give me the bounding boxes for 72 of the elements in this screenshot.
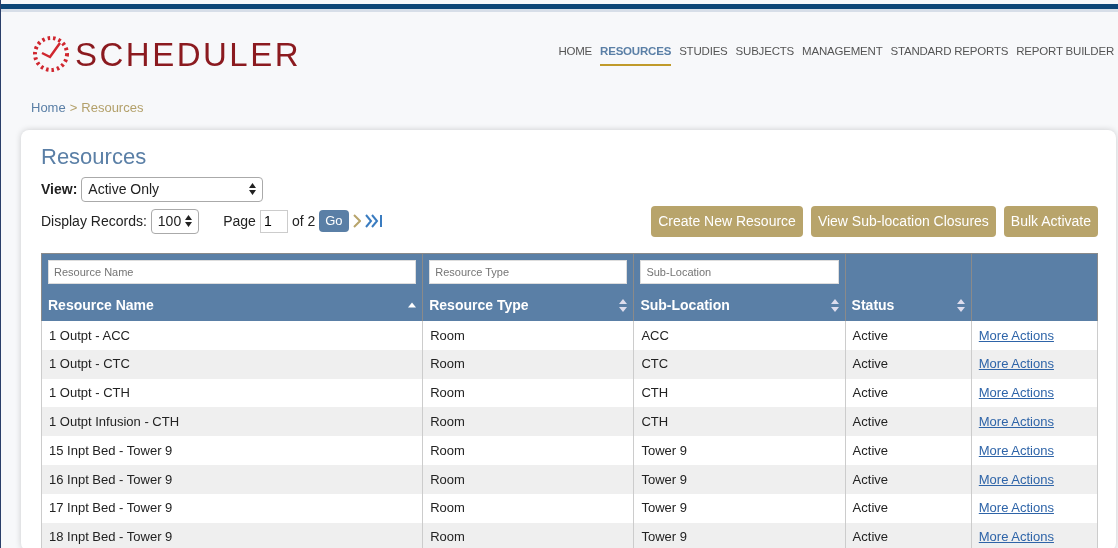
nav-link[interactable]: STANDARD REPORTS xyxy=(890,43,1009,67)
column-header[interactable]: Resource Type xyxy=(429,294,529,316)
nav-link[interactable]: STUDIES xyxy=(679,43,728,67)
select-arrows-icon xyxy=(249,183,257,195)
table-cell: ACC xyxy=(641,327,669,343)
column-header[interactable]: Resource Name xyxy=(48,294,154,316)
table-cell: 1 Outpt - CTC xyxy=(49,356,130,372)
table-cell: Room xyxy=(430,385,465,401)
table-cell: Active xyxy=(852,356,888,372)
breadcrumb-link[interactable]: Home xyxy=(31,98,66,118)
table-cell: Active xyxy=(852,385,888,401)
nav-link[interactable]: RESOURCES xyxy=(600,43,672,67)
clock-logo-icon xyxy=(31,34,71,74)
table-cell: Active xyxy=(852,414,888,430)
sort-ascending-icon[interactable] xyxy=(408,302,417,308)
table-cell: 18 Inpt Bed - Tower 9 xyxy=(49,529,173,545)
filter-field[interactable]: Resource Name xyxy=(48,259,417,284)
more-actions-link[interactable]: More Actions xyxy=(978,442,1054,458)
app-title: SCHEDULER xyxy=(75,37,302,71)
table-cell: CTH xyxy=(641,385,669,401)
column-header[interactable]: Sub-Location xyxy=(640,294,730,316)
more-actions-link[interactable]: More Actions xyxy=(978,385,1054,401)
table-cell: Tower 9 xyxy=(641,471,687,487)
last-page-icon[interactable] xyxy=(364,214,383,228)
table-cell: 17 Inpt Bed - Tower 9 xyxy=(49,500,173,516)
table-cell: Tower 9 xyxy=(641,442,687,458)
nav-link[interactable]: SUBJECTS xyxy=(735,43,795,67)
view-select[interactable]: Active Only xyxy=(81,176,264,202)
page-title: Resources xyxy=(41,142,148,171)
table-cell: Room xyxy=(430,327,465,343)
go-button[interactable]: Go xyxy=(319,210,349,232)
next-page-icon[interactable] xyxy=(352,214,361,228)
nav-link[interactable]: MANAGEMENT xyxy=(802,43,883,67)
more-actions-link[interactable]: More Actions xyxy=(978,327,1054,343)
table-cell: Active xyxy=(852,471,888,487)
sort-icon[interactable] xyxy=(619,298,628,312)
page-count: of 2 xyxy=(291,211,316,231)
display-records-label: Display Records: xyxy=(41,211,147,231)
table-cell: 1 Outpt - ACC xyxy=(49,327,130,343)
filter-field[interactable]: Resource Type xyxy=(429,259,628,284)
column-header[interactable]: Status xyxy=(851,294,895,316)
table-cell: Room xyxy=(430,471,465,487)
table-cell: Room xyxy=(430,442,465,458)
breadcrumb-current: Resources xyxy=(81,99,144,117)
table-cell: 15 Inpt Bed - Tower 9 xyxy=(49,442,173,458)
page-input[interactable]: 1 xyxy=(259,209,288,233)
table-cell: 16 Inpt Bed - Tower 9 xyxy=(49,471,173,487)
breadcrumb-separator: > xyxy=(69,99,78,117)
sort-icon[interactable] xyxy=(830,298,839,312)
table-cell: Room xyxy=(430,529,465,545)
table-cell: 1 Outpt - CTH xyxy=(49,385,130,401)
nav-link[interactable]: REPORT BUILDER xyxy=(1016,43,1114,67)
table-cell: Active xyxy=(852,500,888,516)
table-cell: Active xyxy=(852,529,888,545)
table-cell: Active xyxy=(852,442,888,458)
more-actions-link[interactable]: More Actions xyxy=(978,500,1054,516)
table-cell: Tower 9 xyxy=(641,500,687,516)
table-cell: 1 Outpt Infusion - CTH xyxy=(49,414,180,430)
filter-field[interactable]: Sub-Location xyxy=(640,259,839,284)
table-cell: CTH xyxy=(641,414,669,430)
nav-link[interactable]: HOME xyxy=(558,43,593,67)
page-label: Page xyxy=(223,211,256,231)
records-select[interactable]: 100 xyxy=(150,208,200,234)
view-label: View: xyxy=(41,179,78,199)
select-arrows-icon xyxy=(185,215,193,227)
table-cell: Active xyxy=(852,327,888,343)
sort-icon[interactable] xyxy=(956,298,965,312)
table-cell: CTC xyxy=(641,356,669,372)
table-cell: Room xyxy=(430,356,465,372)
table-cell: Room xyxy=(430,500,465,516)
table-cell: Tower 9 xyxy=(641,529,687,545)
table-cell: Room xyxy=(430,414,465,430)
